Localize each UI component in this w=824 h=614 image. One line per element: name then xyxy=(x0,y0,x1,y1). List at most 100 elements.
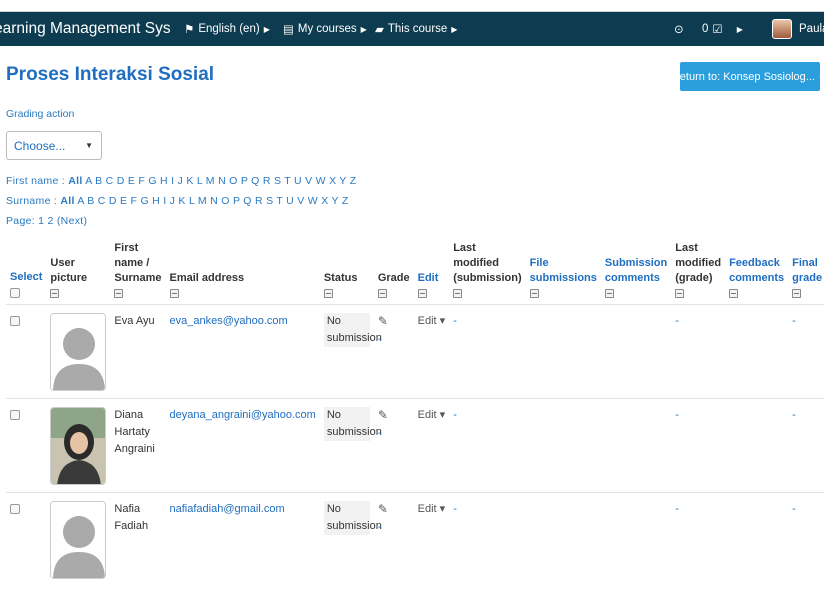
last-modified-submission-header[interactable]: Last modified (submission) xyxy=(449,241,525,305)
collapse-column-icon[interactable] xyxy=(323,289,333,298)
collapse-column-icon[interactable] xyxy=(604,289,614,298)
caret-down-icon: ▾ xyxy=(439,409,446,421)
final-grade-header[interactable]: Final grade xyxy=(788,241,824,305)
grading-action-select[interactable]: Choose... ▼ xyxy=(6,131,102,160)
user-picture[interactable] xyxy=(50,313,107,391)
final-grade: - xyxy=(792,315,796,327)
status-header[interactable]: Status xyxy=(320,241,374,305)
my-courses-label: My courses xyxy=(297,23,357,35)
collapse-column-icon[interactable] xyxy=(529,289,539,298)
messages-menu[interactable]: 0 ☑ ▶ xyxy=(702,22,743,36)
last-modified-grade-header[interactable]: Last modified (grade) xyxy=(671,241,725,305)
lifebuoy-icon: ⊙ xyxy=(674,24,684,36)
edit-header[interactable]: Edit xyxy=(414,241,450,305)
this-course-label: This course xyxy=(387,23,448,35)
table-row: Nafia Fadiah nafiafadiah@gmail.com No sub… xyxy=(6,492,824,587)
edit-dropdown[interactable]: Edit ▾ xyxy=(418,315,446,327)
sign-in-icon: ➜ xyxy=(818,71,824,83)
row-select-checkbox[interactable] xyxy=(10,316,20,326)
this-course-menu[interactable]: ▰ This course ▶ xyxy=(375,22,457,36)
user-photo-icon xyxy=(51,408,106,484)
user-menu[interactable]: Paula ▶ xyxy=(772,19,824,39)
row-select-checkbox[interactable] xyxy=(10,504,20,514)
return-button-label: Return to: Konsep Sosiolog... xyxy=(671,70,815,83)
student-name[interactable]: Eva Ayu xyxy=(114,315,154,327)
submission-status: No submission xyxy=(323,407,382,441)
return-to-course-button[interactable]: Return to: Konsep Sosiolog... ➜ xyxy=(672,62,824,91)
edit-dropdown[interactable]: Edit ▾ xyxy=(418,503,446,515)
feedback-comments-header[interactable]: Feedback comments xyxy=(725,241,788,305)
collapse-column-icon[interactable] xyxy=(169,289,179,298)
help-button[interactable]: ⊙ xyxy=(674,22,684,36)
first-name-filter: First name : All A B C D E F G H I J K L… xyxy=(6,175,356,187)
first-name-letters[interactable]: A B C D E F G H I J K L M N O P Q R S T … xyxy=(85,175,356,187)
user-picture[interactable] xyxy=(50,407,107,485)
select-header[interactable]: Select xyxy=(6,241,46,305)
collapse-column-icon[interactable] xyxy=(675,289,685,298)
caret-down-icon: ▾ xyxy=(439,503,446,515)
grade-edit-icon[interactable]: ✎ xyxy=(378,314,388,328)
default-avatar-icon xyxy=(51,314,106,390)
student-name[interactable]: Nafia Fadiah xyxy=(114,503,148,532)
last-modified-submission: - xyxy=(453,409,457,421)
student-name[interactable]: Diana Hartaty Angraini xyxy=(114,409,154,455)
collapse-column-icon[interactable] xyxy=(114,289,124,298)
collapse-column-icon[interactable] xyxy=(417,289,427,298)
file-submissions-header[interactable]: File submissions xyxy=(526,241,601,305)
table-row: Diana Hartaty Angraini deyana_angraini@ya… xyxy=(6,398,824,493)
page-title: Proses Interaksi Sosial xyxy=(6,64,215,85)
grade-edit-icon[interactable]: ✎ xyxy=(378,408,388,422)
first-name-all-link[interactable]: All xyxy=(68,175,82,187)
student-email[interactable]: nafiafadiah@gmail.com xyxy=(170,503,285,515)
collapse-column-icon[interactable] xyxy=(729,289,739,298)
default-avatar-icon xyxy=(51,502,106,578)
caret-right-icon: ▶ xyxy=(736,24,743,34)
grade-edit-icon[interactable]: ✎ xyxy=(378,502,388,516)
user-picture-header: User picture xyxy=(46,241,110,305)
row-select-checkbox[interactable] xyxy=(10,410,20,420)
grade-header[interactable]: Grade xyxy=(374,241,414,305)
name-header[interactable]: First name / Surname xyxy=(110,241,165,305)
last-modified-submission: - xyxy=(453,503,457,515)
surname-filter-label: Surname : xyxy=(6,195,58,207)
user-picture[interactable] xyxy=(50,501,107,579)
surname-all-link[interactable]: All xyxy=(60,195,74,207)
surname-filter: Surname : All A B C D E F G H I J K L M … xyxy=(6,195,349,207)
select-all-checkbox[interactable] xyxy=(10,288,20,298)
grade-value: - xyxy=(377,521,382,533)
submission-status: No submission xyxy=(323,313,382,347)
collapse-column-icon[interactable] xyxy=(50,289,60,298)
caret-right-icon: ▶ xyxy=(451,24,458,34)
briefcase-icon: ▤ xyxy=(283,24,294,36)
student-email[interactable]: deyana_angraini@yahoo.com xyxy=(170,409,316,421)
page-label: Page: xyxy=(6,215,35,227)
user-name: Paula xyxy=(799,23,824,35)
grade-value: - xyxy=(377,333,382,345)
first-name-filter-label: First name : xyxy=(6,175,66,187)
site-brand[interactable]: earning Management System xyxy=(0,20,170,38)
edit-dropdown[interactable]: Edit ▾ xyxy=(418,409,446,421)
language-label: English (en) xyxy=(198,23,260,35)
my-courses-menu[interactable]: ▤ My courses ▶ xyxy=(283,22,367,36)
caret-right-icon: ▶ xyxy=(263,24,270,34)
grading-select-value: Choose... xyxy=(14,138,66,153)
email-header[interactable]: Email address xyxy=(166,241,320,305)
caret-down-icon: ▾ xyxy=(439,315,446,327)
page-links[interactable]: 1 2 (Next) xyxy=(38,215,87,227)
grading-table: Select User picture First name / Surname … xyxy=(6,241,824,587)
grading-action-label: Grading action xyxy=(6,108,75,120)
collapse-column-icon[interactable] xyxy=(792,289,802,298)
student-email[interactable]: eva_ankes@yahoo.com xyxy=(170,315,288,327)
user-avatar xyxy=(772,19,792,39)
book-icon: ▰ xyxy=(375,24,384,36)
language-menu[interactable]: ⚑ English (en) ▶ xyxy=(184,22,270,36)
last-modified-submission: - xyxy=(453,315,457,327)
surname-letters[interactable]: A B C D E F G H I J K L M N O P Q R S T … xyxy=(77,195,348,207)
message-count: 0 xyxy=(702,23,709,35)
submission-comments-header[interactable]: Submission comments xyxy=(601,241,671,305)
grade-value: - xyxy=(377,427,382,439)
last-modified-grade: - xyxy=(675,315,679,327)
collapse-column-icon[interactable] xyxy=(377,289,387,298)
collapse-column-icon[interactable] xyxy=(453,289,463,298)
final-grade: - xyxy=(792,503,796,515)
